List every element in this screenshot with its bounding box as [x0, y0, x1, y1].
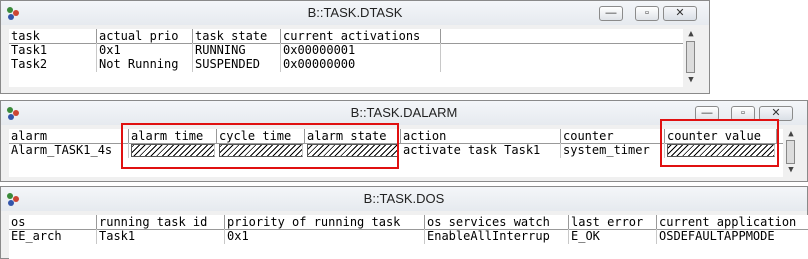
- column-header-priority-of-running-task[interactable]: priority of running task: [225, 215, 425, 230]
- table-row[interactable]: Alarm_TASK1_4s activate task Task1 syste…: [9, 143, 799, 158]
- column-header-alarm-time[interactable]: alarm time: [129, 129, 217, 144]
- scroll-up-icon[interactable]: ▲: [785, 129, 797, 139]
- window-task-dalarm[interactable]: B::TASK.DALARM — ▫ ✕ alarm alarm time cy…: [0, 100, 808, 182]
- window-task-dos[interactable]: B::TASK.DOS os running task id priority …: [0, 186, 808, 259]
- window-title: B::TASK.DOS: [363, 191, 445, 206]
- cell-current-application: OSDEFAULTAPPMODE: [657, 229, 808, 244]
- cell-cycle-time: [219, 144, 303, 157]
- column-header-actual-prio[interactable]: actual prio: [97, 29, 193, 44]
- cell-actual-prio: Not Running: [97, 57, 193, 72]
- close-button[interactable]: ✕: [663, 6, 697, 21]
- alarm-table[interactable]: alarm alarm time cycle time alarm state …: [9, 129, 799, 177]
- column-header-alarm-state[interactable]: alarm state: [305, 129, 401, 144]
- scroll-up-icon[interactable]: ▲: [685, 29, 697, 39]
- column-header-cycle-time[interactable]: cycle time: [217, 129, 305, 144]
- cell-alarm-state: [307, 144, 399, 157]
- minimize-button[interactable]: —: [599, 6, 623, 21]
- cell-priority-of-running-task: 0x1: [225, 229, 425, 244]
- title-bar[interactable]: B::TASK.DALARM — ▫ ✕: [1, 101, 807, 125]
- cell-task-state: SUSPENDED: [193, 57, 281, 72]
- title-bar[interactable]: B::TASK.DOS: [1, 187, 807, 211]
- cell-alarm: Alarm_TASK1_4s: [9, 143, 129, 158]
- cell-task: Task1: [9, 43, 97, 58]
- table-header: alarm alarm time cycle time alarm state …: [9, 129, 799, 144]
- title-bar[interactable]: B::TASK.DTASK — ▫ ✕: [1, 1, 709, 25]
- scroll-down-icon[interactable]: ▼: [785, 165, 797, 175]
- scroll-thumb[interactable]: [786, 140, 795, 164]
- column-header-os-services-watch[interactable]: os services watch: [425, 215, 569, 230]
- table-row[interactable]: Task2 Not Running SUSPENDED 0x00000000: [9, 57, 699, 72]
- cell-task-state: RUNNING: [193, 43, 281, 58]
- cell-current-activations: 0x00000001: [281, 43, 441, 58]
- window-title: B::TASK.DALARM: [350, 105, 458, 120]
- cell-alarm-time: [131, 144, 215, 157]
- column-header-running-task-id[interactable]: running task id: [97, 215, 225, 230]
- column-header-action[interactable]: action: [401, 129, 561, 144]
- os-table[interactable]: os running task id priority of running t…: [9, 215, 808, 259]
- column-header-os[interactable]: os: [9, 215, 97, 230]
- table-row[interactable]: EE_arch Task1 0x1 EnableAllInterrup E_OK…: [9, 229, 808, 244]
- cell-os-services-watch: EnableAllInterrup: [425, 229, 569, 244]
- task-table[interactable]: task actual prio task state current acti…: [9, 29, 699, 87]
- cell-action: activate task Task1: [401, 143, 561, 158]
- column-header-counter[interactable]: counter: [561, 129, 665, 144]
- cell-running-task-id: Task1: [97, 229, 225, 244]
- window-task-dtask[interactable]: B::TASK.DTASK — ▫ ✕ task actual prio tas…: [0, 0, 710, 94]
- table-header: task actual prio task state current acti…: [9, 29, 699, 44]
- column-header-current-activations[interactable]: current activations: [281, 29, 441, 44]
- column-header-current-application[interactable]: current application: [657, 215, 808, 230]
- cell-counter-value: [667, 144, 775, 157]
- column-header-last-error[interactable]: last error: [569, 215, 657, 230]
- scroll-down-icon[interactable]: ▼: [685, 75, 697, 85]
- cell-task: Task2: [9, 57, 97, 72]
- column-header-task-state[interactable]: task state: [193, 29, 281, 44]
- cell-counter: system_timer: [561, 143, 665, 158]
- cell-os: EE_arch: [9, 229, 97, 244]
- minimize-button[interactable]: —: [695, 106, 719, 121]
- column-header-counter-value[interactable]: counter value: [665, 129, 777, 144]
- cell-current-activations: 0x00000000: [281, 57, 441, 72]
- column-header-alarm[interactable]: alarm: [9, 129, 129, 144]
- vertical-scrollbar[interactable]: ▲ ▼: [683, 29, 699, 87]
- cell-last-error: E_OK: [569, 229, 657, 244]
- cell-actual-prio: 0x1: [97, 43, 193, 58]
- maximize-button[interactable]: ▫: [635, 6, 659, 21]
- column-header-task[interactable]: task: [9, 29, 97, 44]
- vertical-scrollbar[interactable]: ▲ ▼: [783, 129, 799, 177]
- scroll-thumb[interactable]: [686, 41, 695, 73]
- table-row[interactable]: Task1 0x1 RUNNING 0x00000001: [9, 43, 699, 58]
- table-header: os running task id priority of running t…: [9, 215, 808, 230]
- maximize-button[interactable]: ▫: [731, 106, 755, 121]
- close-button[interactable]: ✕: [759, 106, 793, 121]
